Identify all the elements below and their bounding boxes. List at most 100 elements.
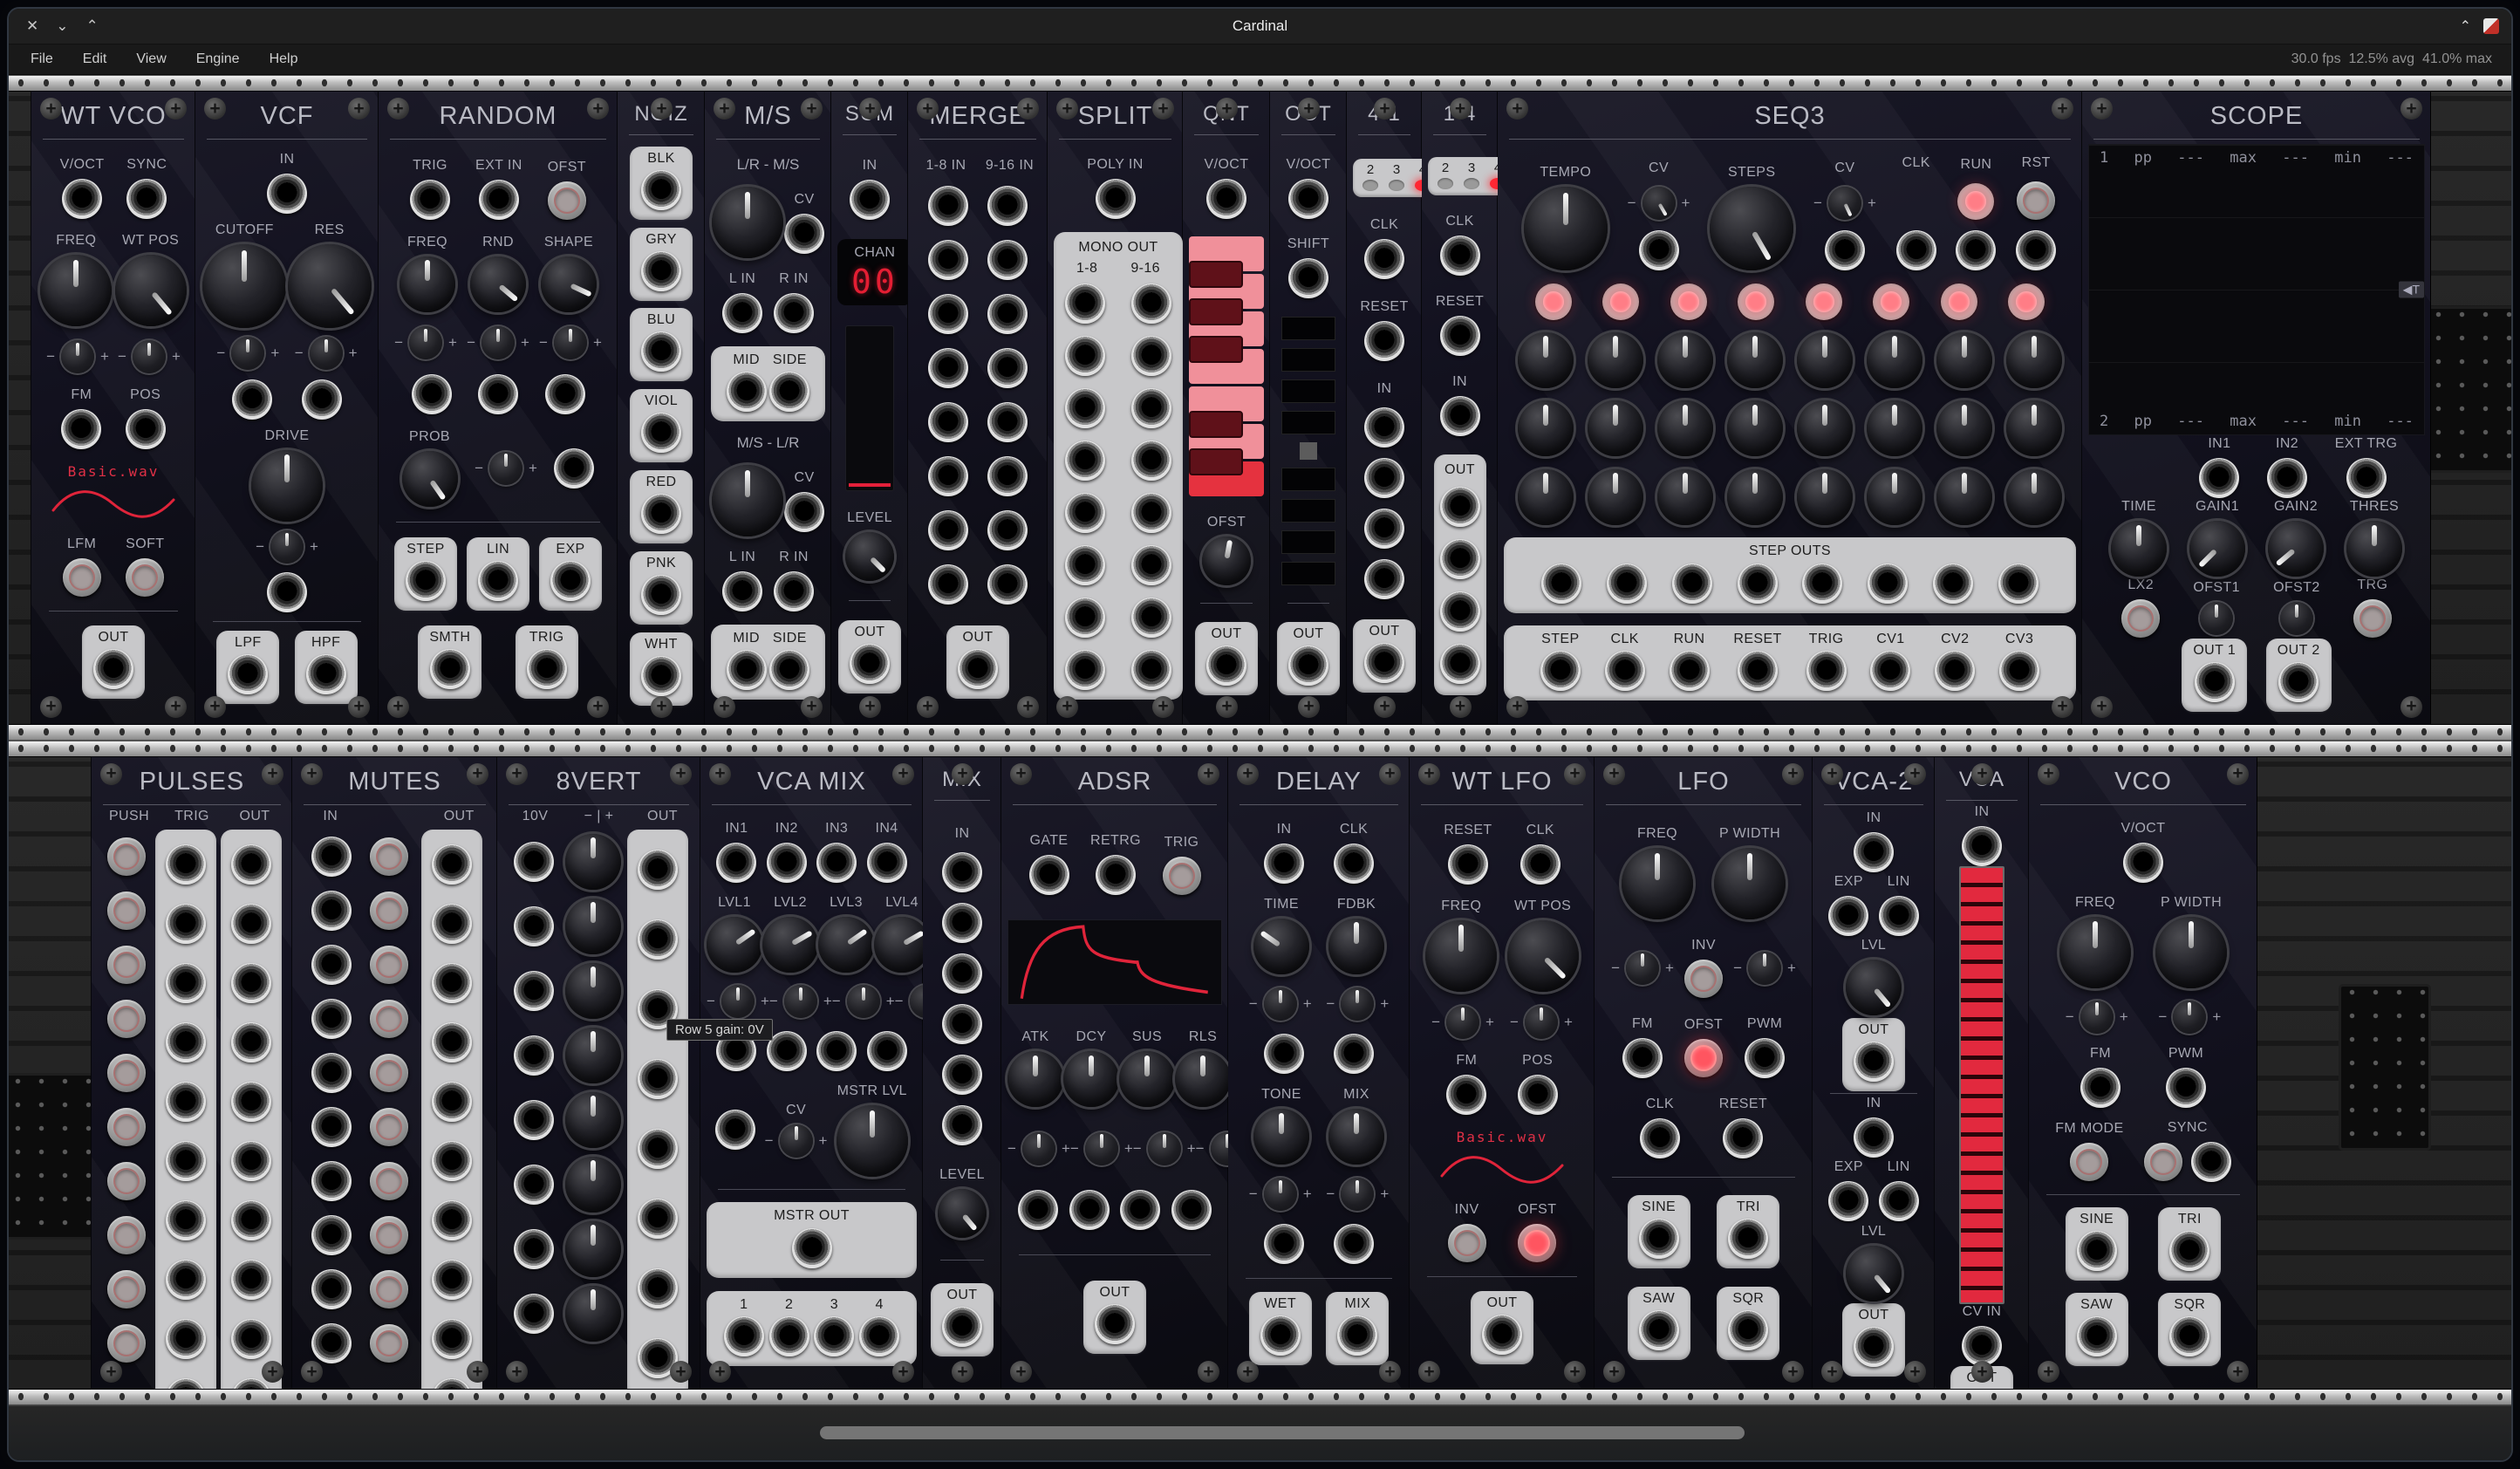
port-x[interactable] (942, 953, 982, 994)
menu-file[interactable]: File (16, 51, 68, 67)
port-x[interactable] (942, 852, 982, 892)
port-pwm[interactable] (2166, 1068, 2206, 1108)
port-x[interactable] (715, 1110, 755, 1150)
channel-led-4[interactable] (1490, 178, 1498, 189)
close-icon[interactable]: ✕ (26, 17, 38, 35)
port-x[interactable] (1896, 230, 1936, 270)
port[interactable] (311, 999, 352, 1039)
port[interactable] (311, 1323, 352, 1363)
port-exp[interactable] (1828, 896, 1868, 936)
knob-freq[interactable] (1425, 920, 1497, 992)
port-x[interactable] (2016, 230, 2056, 270)
knob-lvl2[interactable] (762, 917, 818, 973)
button-trig[interactable] (1163, 857, 1201, 895)
port[interactable] (166, 1082, 206, 1122)
port[interactable] (1541, 564, 1581, 604)
knob-time[interactable] (2111, 521, 2167, 577)
push-button[interactable] (370, 892, 408, 930)
port[interactable] (1738, 564, 1778, 604)
port-trig[interactable] (410, 180, 450, 220)
row-gain-knob[interactable] (565, 963, 621, 1019)
port-x[interactable] (1120, 1190, 1160, 1230)
port[interactable] (638, 1059, 678, 1099)
port[interactable] (638, 1199, 678, 1239)
push-button[interactable] (370, 1324, 408, 1363)
led-button[interactable] (1873, 284, 1909, 320)
port[interactable] (166, 1141, 206, 1181)
trim-knob[interactable] (554, 326, 587, 359)
push-button[interactable] (107, 1000, 146, 1038)
port[interactable] (1672, 564, 1712, 604)
port[interactable] (166, 1378, 206, 1390)
knob-tone[interactable] (1253, 1109, 1309, 1165)
port-exp[interactable] (550, 561, 591, 601)
port-ext-in[interactable] (479, 180, 519, 220)
port-in2[interactable] (767, 843, 807, 883)
trim-knob[interactable] (231, 337, 264, 370)
knob-steps[interactable] (1710, 187, 1793, 270)
knob-x[interactable] (1518, 400, 1574, 456)
knob-x[interactable] (1657, 469, 1713, 525)
knob-x[interactable] (1936, 332, 1992, 388)
port-x[interactable] (1639, 230, 1679, 270)
knob-prob[interactable] (402, 451, 458, 507)
port-3[interactable] (814, 1316, 854, 1356)
knob-x[interactable] (1588, 400, 1643, 456)
knob-lvl3[interactable] (818, 917, 874, 973)
port-exp[interactable] (1828, 1181, 1868, 1221)
port-tri[interactable] (2169, 1231, 2209, 1271)
port-side[interactable] (769, 650, 809, 690)
port-trig[interactable] (527, 649, 567, 689)
knob-x[interactable] (1657, 400, 1713, 456)
port-v-oct[interactable] (2123, 843, 2163, 883)
port-saw[interactable] (2077, 1316, 2117, 1356)
knob-mstr-lvl[interactable] (837, 1105, 908, 1177)
row-gain-knob[interactable] (565, 1221, 621, 1277)
port-x[interactable] (867, 1031, 907, 1071)
port-out[interactable] (958, 649, 998, 689)
port-in[interactable] (1962, 826, 2002, 866)
port-tri[interactable] (1728, 1219, 1768, 1259)
port-retrg[interactable] (1096, 855, 1136, 895)
port-out[interactable] (1440, 644, 1480, 684)
row-gain-knob[interactable] (565, 1092, 621, 1148)
port-fm[interactable] (2080, 1068, 2120, 1108)
port[interactable] (1065, 284, 1105, 324)
knob-mix[interactable] (1328, 1109, 1384, 1165)
port[interactable] (311, 1215, 352, 1255)
port-sine[interactable] (1639, 1219, 1679, 1259)
port[interactable] (311, 1269, 352, 1309)
port-reset[interactable] (1448, 844, 1488, 885)
trim-knob[interactable] (1211, 1132, 1228, 1165)
port-x[interactable] (478, 374, 518, 414)
octave-bar[interactable] (1281, 468, 1335, 491)
trim-knob[interactable] (1341, 1178, 1374, 1211)
port[interactable] (166, 844, 206, 885)
port[interactable] (514, 842, 554, 882)
port-cv[interactable] (784, 214, 824, 254)
port-step[interactable] (1540, 651, 1581, 691)
port[interactable] (514, 906, 554, 946)
port-4[interactable] (859, 1316, 899, 1356)
port-x[interactable] (1018, 1190, 1058, 1230)
knob-level[interactable] (845, 532, 894, 581)
port-x[interactable] (942, 1105, 982, 1145)
port-pos[interactable] (1518, 1075, 1558, 1115)
port[interactable] (432, 1260, 472, 1300)
port-x[interactable] (545, 374, 585, 414)
knob-x[interactable] (712, 465, 783, 536)
port[interactable] (1131, 336, 1171, 376)
port-x[interactable] (232, 379, 272, 420)
knob-tempo[interactable] (1524, 187, 1608, 270)
port[interactable] (514, 1100, 554, 1140)
port-x[interactable] (1069, 1190, 1110, 1230)
knob-thres[interactable] (2346, 521, 2402, 577)
port-cv-in[interactable] (1962, 1326, 2002, 1366)
port[interactable] (311, 1053, 352, 1093)
port[interactable] (1131, 388, 1171, 428)
port-step[interactable] (406, 561, 446, 601)
port-in[interactable] (1264, 844, 1304, 884)
port-clk[interactable] (1605, 651, 1645, 691)
knob-time[interactable] (1253, 919, 1309, 974)
port-out[interactable] (1854, 1042, 1894, 1082)
